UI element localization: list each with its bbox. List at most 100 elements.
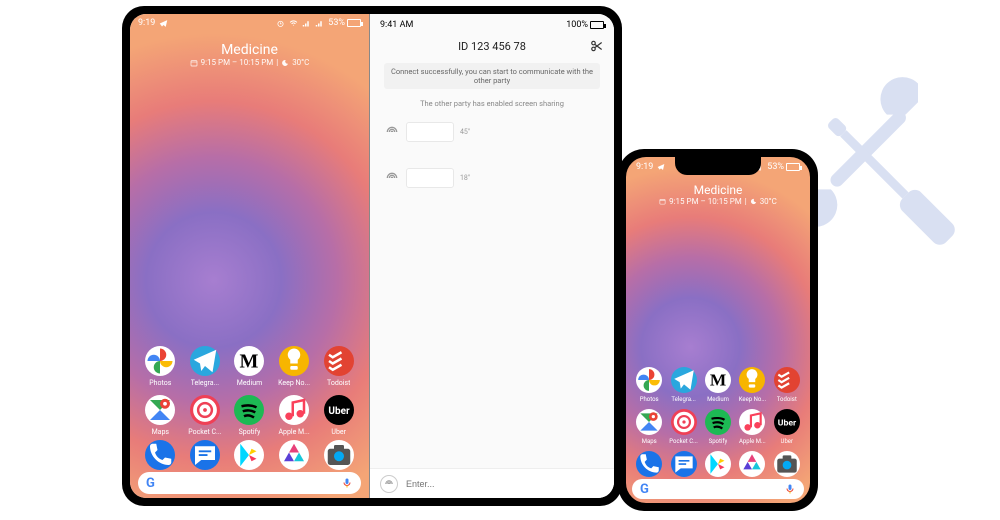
calendar-widget[interactable]: Medicine 9:15 PM – 10:15 PM | 30°C	[130, 42, 369, 67]
moon-icon	[750, 198, 757, 205]
applemusic-icon	[279, 395, 309, 425]
voice-message[interactable]: 45''	[384, 122, 614, 142]
scissors-icon[interactable]	[590, 39, 604, 53]
app-spotify[interactable]: Spotify	[701, 409, 735, 445]
message-duration: 18''	[460, 174, 470, 182]
dock-phone[interactable]	[145, 440, 175, 470]
google-logo-icon: G	[146, 476, 155, 491]
app-label: Telegra...	[671, 396, 695, 403]
app-spotify[interactable]: Spotify	[228, 395, 270, 436]
keep-icon	[739, 367, 765, 393]
message-duration: 45''	[460, 128, 470, 136]
app-telegram[interactable]: Telegra...	[184, 346, 226, 387]
pocket-icon	[671, 409, 697, 435]
app-label: Pocket C...	[669, 438, 698, 445]
wifi-icon	[289, 19, 298, 28]
app-telegram[interactable]: Telegra...	[667, 367, 701, 403]
chat-text-input[interactable]	[406, 479, 604, 489]
phone-device-frame: 9:19 53% Medicine 9:15 PM – 10	[618, 149, 818, 511]
app-uber[interactable]: UberUber	[770, 409, 804, 445]
app-label: Telegra...	[191, 379, 219, 387]
app-applemusic[interactable]: Apple M...	[735, 409, 769, 445]
sound-icon	[384, 124, 400, 140]
app-pocket[interactable]: Pocket C...	[667, 409, 701, 445]
svg-text:M: M	[710, 370, 726, 389]
connection-banner: Connect successfully, you can start to c…	[384, 63, 600, 89]
chat-input-bar	[370, 468, 614, 498]
tablet-left-pane: 9:19 53% Medicine	[130, 14, 370, 498]
moon-icon	[281, 59, 289, 67]
app-maps[interactable]: Maps	[139, 395, 181, 436]
chat-pane: 9:41 AM 100% ID 123 456 78 Connect succe…	[370, 14, 614, 498]
google-search-bar[interactable]: G	[632, 479, 804, 499]
app-label: Photos	[640, 396, 659, 403]
app-label: Todoist	[777, 396, 797, 403]
svg-text:Uber: Uber	[778, 418, 797, 428]
app-label: Medium	[707, 396, 729, 403]
medium-icon: M	[234, 346, 264, 376]
svg-text:Uber: Uber	[328, 406, 350, 417]
app-medium[interactable]: M Medium	[701, 367, 735, 403]
app-label: Maps	[152, 428, 169, 436]
signal-icon	[302, 19, 311, 28]
app-maps[interactable]: Maps	[632, 409, 666, 445]
maps-icon	[145, 395, 175, 425]
app-label: Pocket C...	[188, 428, 221, 436]
mic-icon[interactable]	[784, 483, 796, 495]
calendar-widget[interactable]: Medicine 9:15 PM – 10:15 PM | 30°C	[626, 183, 810, 206]
app-label: Maps	[642, 438, 657, 445]
pocket-icon	[190, 395, 220, 425]
dock-play[interactable]	[234, 440, 264, 470]
dock-messages[interactable]	[671, 451, 697, 477]
dock-phone[interactable]	[636, 451, 662, 477]
app-uber[interactable]: Uber Uber	[318, 395, 360, 436]
android-home-screen[interactable]: 9:19 53% Medicine	[130, 14, 369, 498]
app-label: Uber	[331, 428, 346, 436]
battery-indicator: 53%	[767, 162, 800, 172]
dock-gallery[interactable]	[739, 451, 765, 477]
svg-text:M: M	[240, 350, 259, 372]
chat-id: ID 123 456 78	[458, 40, 526, 53]
dock-play[interactable]	[705, 451, 731, 477]
app-label: Spotify	[709, 438, 728, 445]
app-keep[interactable]: Keep No...	[273, 346, 315, 387]
spotify-icon	[705, 409, 731, 435]
voice-input-button[interactable]	[380, 475, 398, 493]
tablet-device-frame: 9:19 53% Medicine	[122, 6, 622, 506]
calendar-icon	[659, 198, 666, 205]
app-label: Spotify	[239, 428, 261, 436]
status-time: 9:19	[636, 162, 653, 172]
app-label: Keep No...	[739, 396, 766, 403]
android-home-screen-phone[interactable]: 9:19 53% Medicine 9:15 PM – 10	[626, 157, 810, 503]
app-pocket[interactable]: Pocket C...	[184, 395, 226, 436]
status-time: 9:19	[138, 18, 155, 28]
app-medium[interactable]: M Medium	[228, 346, 270, 387]
dock-gallery[interactable]	[279, 440, 309, 470]
app-label: Apple M...	[278, 428, 309, 436]
uber-icon: Uber	[774, 409, 800, 435]
photos-icon	[145, 346, 175, 376]
telegram-icon	[190, 346, 220, 376]
dock-messages[interactable]	[190, 440, 220, 470]
chat-header: ID 123 456 78	[370, 36, 614, 57]
alarm-icon	[276, 19, 285, 28]
dock-camera[interactable]	[774, 451, 800, 477]
app-label: Apple M...	[739, 438, 766, 445]
app-photos[interactable]: Photos	[139, 346, 181, 387]
app-label: Todoist	[327, 379, 350, 387]
app-applemusic[interactable]: Apple M...	[273, 395, 315, 436]
voice-message[interactable]: 18''	[384, 168, 614, 188]
app-todoist[interactable]: Todoist	[318, 346, 360, 387]
app-photos[interactable]: Photos	[632, 367, 666, 403]
widget-title: Medicine	[626, 183, 810, 197]
sound-icon	[384, 170, 400, 186]
app-todoist[interactable]: Todoist	[770, 367, 804, 403]
app-label: Keep No...	[278, 379, 310, 387]
dock-camera[interactable]	[324, 440, 354, 470]
app-label: Medium	[237, 379, 262, 387]
spotify-icon	[234, 395, 264, 425]
app-keep[interactable]: Keep No...	[735, 367, 769, 403]
google-search-bar[interactable]: G	[138, 472, 361, 494]
chat-status-time: 9:41 AM	[380, 20, 413, 30]
mic-icon[interactable]	[341, 477, 353, 489]
